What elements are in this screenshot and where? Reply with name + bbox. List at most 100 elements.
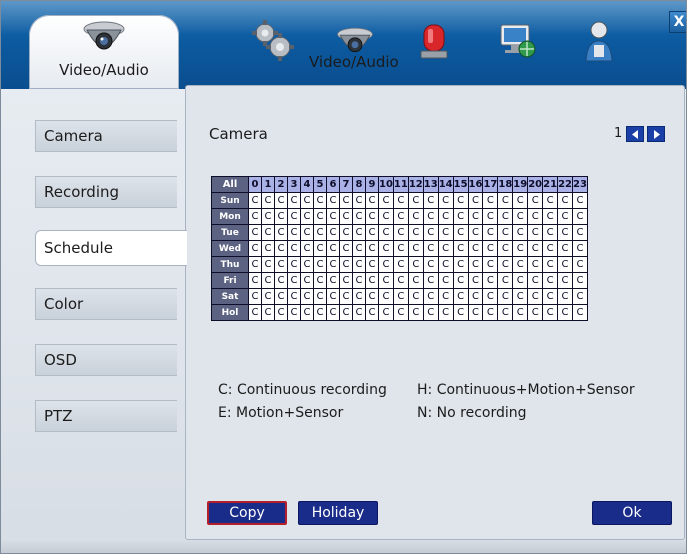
grid-hour-header[interactable]: 17 <box>482 176 499 193</box>
grid-cell[interactable]: C <box>326 256 340 273</box>
grid-cell[interactable]: C <box>467 272 484 289</box>
grid-cell[interactable]: C <box>300 272 314 289</box>
grid-cell[interactable]: C <box>497 304 514 321</box>
grid-cell[interactable]: C <box>482 192 499 209</box>
grid-cell[interactable]: C <box>452 304 469 321</box>
gears-icon[interactable] <box>249 17 295 65</box>
grid-cell[interactable]: C <box>467 224 484 241</box>
grid-cell[interactable]: C <box>407 208 424 225</box>
grid-cell[interactable]: C <box>557 272 573 289</box>
grid-cell[interactable]: C <box>352 288 366 305</box>
grid-day-label[interactable]: Fri <box>211 272 249 289</box>
grid-cell[interactable]: C <box>557 208 573 225</box>
grid-cell[interactable]: C <box>300 256 314 273</box>
grid-day-label[interactable]: Hol <box>211 304 249 321</box>
grid-cell[interactable]: C <box>467 288 484 305</box>
grid-hour-header[interactable]: 7 <box>339 176 353 193</box>
grid-cell[interactable]: C <box>467 304 484 321</box>
grid-hour-header[interactable]: 12 <box>407 176 424 193</box>
grid-cell[interactable]: C <box>452 272 469 289</box>
grid-cell[interactable]: C <box>527 208 544 225</box>
grid-cell[interactable]: C <box>365 224 379 241</box>
prev-camera-button[interactable] <box>626 126 644 142</box>
grid-cell[interactable]: C <box>527 240 544 257</box>
grid-cell[interactable]: C <box>300 240 314 257</box>
grid-cell[interactable]: C <box>392 304 409 321</box>
grid-cell[interactable]: C <box>437 272 454 289</box>
grid-cell[interactable]: C <box>261 240 275 257</box>
grid-day-label[interactable]: Mon <box>211 208 249 225</box>
grid-cell[interactable]: C <box>571 192 588 209</box>
grid-cell[interactable]: C <box>467 208 484 225</box>
grid-cell[interactable]: C <box>571 240 588 257</box>
grid-cell[interactable]: C <box>557 240 573 257</box>
grid-cell[interactable]: C <box>300 224 314 241</box>
grid-cell[interactable]: C <box>287 256 301 273</box>
grid-cell[interactable]: C <box>326 192 340 209</box>
grid-cell[interactable]: C <box>313 224 327 241</box>
grid-cell[interactable]: C <box>557 256 573 273</box>
grid-cell[interactable]: C <box>542 272 559 289</box>
grid-cell[interactable]: C <box>437 208 454 225</box>
grid-cell[interactable]: C <box>313 304 327 321</box>
grid-cell[interactable]: C <box>274 208 288 225</box>
grid-cell[interactable]: C <box>557 288 573 305</box>
grid-cell[interactable]: C <box>482 288 499 305</box>
grid-cell[interactable]: C <box>392 256 409 273</box>
grid-cell[interactable]: C <box>326 208 340 225</box>
grid-cell[interactable]: C <box>313 272 327 289</box>
grid-cell[interactable]: C <box>437 288 454 305</box>
grid-cell[interactable]: C <box>287 272 301 289</box>
next-camera-button[interactable] <box>647 126 665 142</box>
grid-cell[interactable]: C <box>497 288 514 305</box>
grid-cell[interactable]: C <box>287 224 301 241</box>
grid-cell[interactable]: C <box>542 240 559 257</box>
grid-cell[interactable]: C <box>527 304 544 321</box>
grid-cell[interactable]: C <box>313 256 327 273</box>
grid-cell[interactable]: C <box>452 224 469 241</box>
grid-cell[interactable]: C <box>365 208 379 225</box>
grid-cell[interactable]: C <box>527 192 544 209</box>
grid-cell[interactable]: C <box>248 208 262 225</box>
user-icon[interactable] <box>583 17 615 65</box>
grid-cell[interactable]: C <box>300 192 314 209</box>
grid-cell[interactable]: C <box>300 304 314 321</box>
grid-hour-header[interactable]: 2 <box>274 176 288 193</box>
grid-cell[interactable]: C <box>571 272 588 289</box>
grid-cell[interactable]: C <box>392 272 409 289</box>
grid-cell[interactable]: C <box>274 192 288 209</box>
grid-cell[interactable]: C <box>512 192 529 209</box>
sidebar-item-schedule[interactable]: Schedule <box>35 230 187 266</box>
grid-cell[interactable]: C <box>407 224 424 241</box>
grid-cell[interactable]: C <box>352 192 366 209</box>
sidebar-item-camera[interactable]: Camera <box>35 120 177 152</box>
grid-cell[interactable]: C <box>352 256 366 273</box>
grid-hour-header[interactable]: 18 <box>497 176 514 193</box>
grid-cell[interactable]: C <box>313 208 327 225</box>
grid-cell[interactable]: C <box>437 240 454 257</box>
grid-hour-header[interactable]: 9 <box>365 176 379 193</box>
grid-cell[interactable]: C <box>378 224 394 241</box>
grid-cell[interactable]: C <box>326 224 340 241</box>
main-tab-video-audio[interactable]: Video/Audio <box>29 15 179 89</box>
grid-cell[interactable]: C <box>452 288 469 305</box>
grid-cell[interactable]: C <box>326 272 340 289</box>
grid-day-label[interactable]: Sun <box>211 192 249 209</box>
grid-cell[interactable]: C <box>422 256 439 273</box>
grid-hour-header[interactable]: 23 <box>571 176 588 193</box>
grid-hour-header[interactable]: 16 <box>467 176 484 193</box>
grid-cell[interactable]: C <box>392 288 409 305</box>
grid-cell[interactable]: C <box>339 192 353 209</box>
grid-hour-header[interactable]: 8 <box>352 176 366 193</box>
grid-cell[interactable]: C <box>557 192 573 209</box>
grid-day-label[interactable]: Thu <box>211 256 249 273</box>
grid-cell[interactable]: C <box>300 288 314 305</box>
grid-cell[interactable]: C <box>352 304 366 321</box>
grid-cell[interactable]: C <box>482 224 499 241</box>
grid-cell[interactable]: C <box>326 288 340 305</box>
grid-cell[interactable]: C <box>482 272 499 289</box>
grid-hour-header[interactable]: 22 <box>557 176 573 193</box>
grid-cell[interactable]: C <box>422 208 439 225</box>
grid-cell[interactable]: C <box>542 256 559 273</box>
grid-cell[interactable]: C <box>497 272 514 289</box>
